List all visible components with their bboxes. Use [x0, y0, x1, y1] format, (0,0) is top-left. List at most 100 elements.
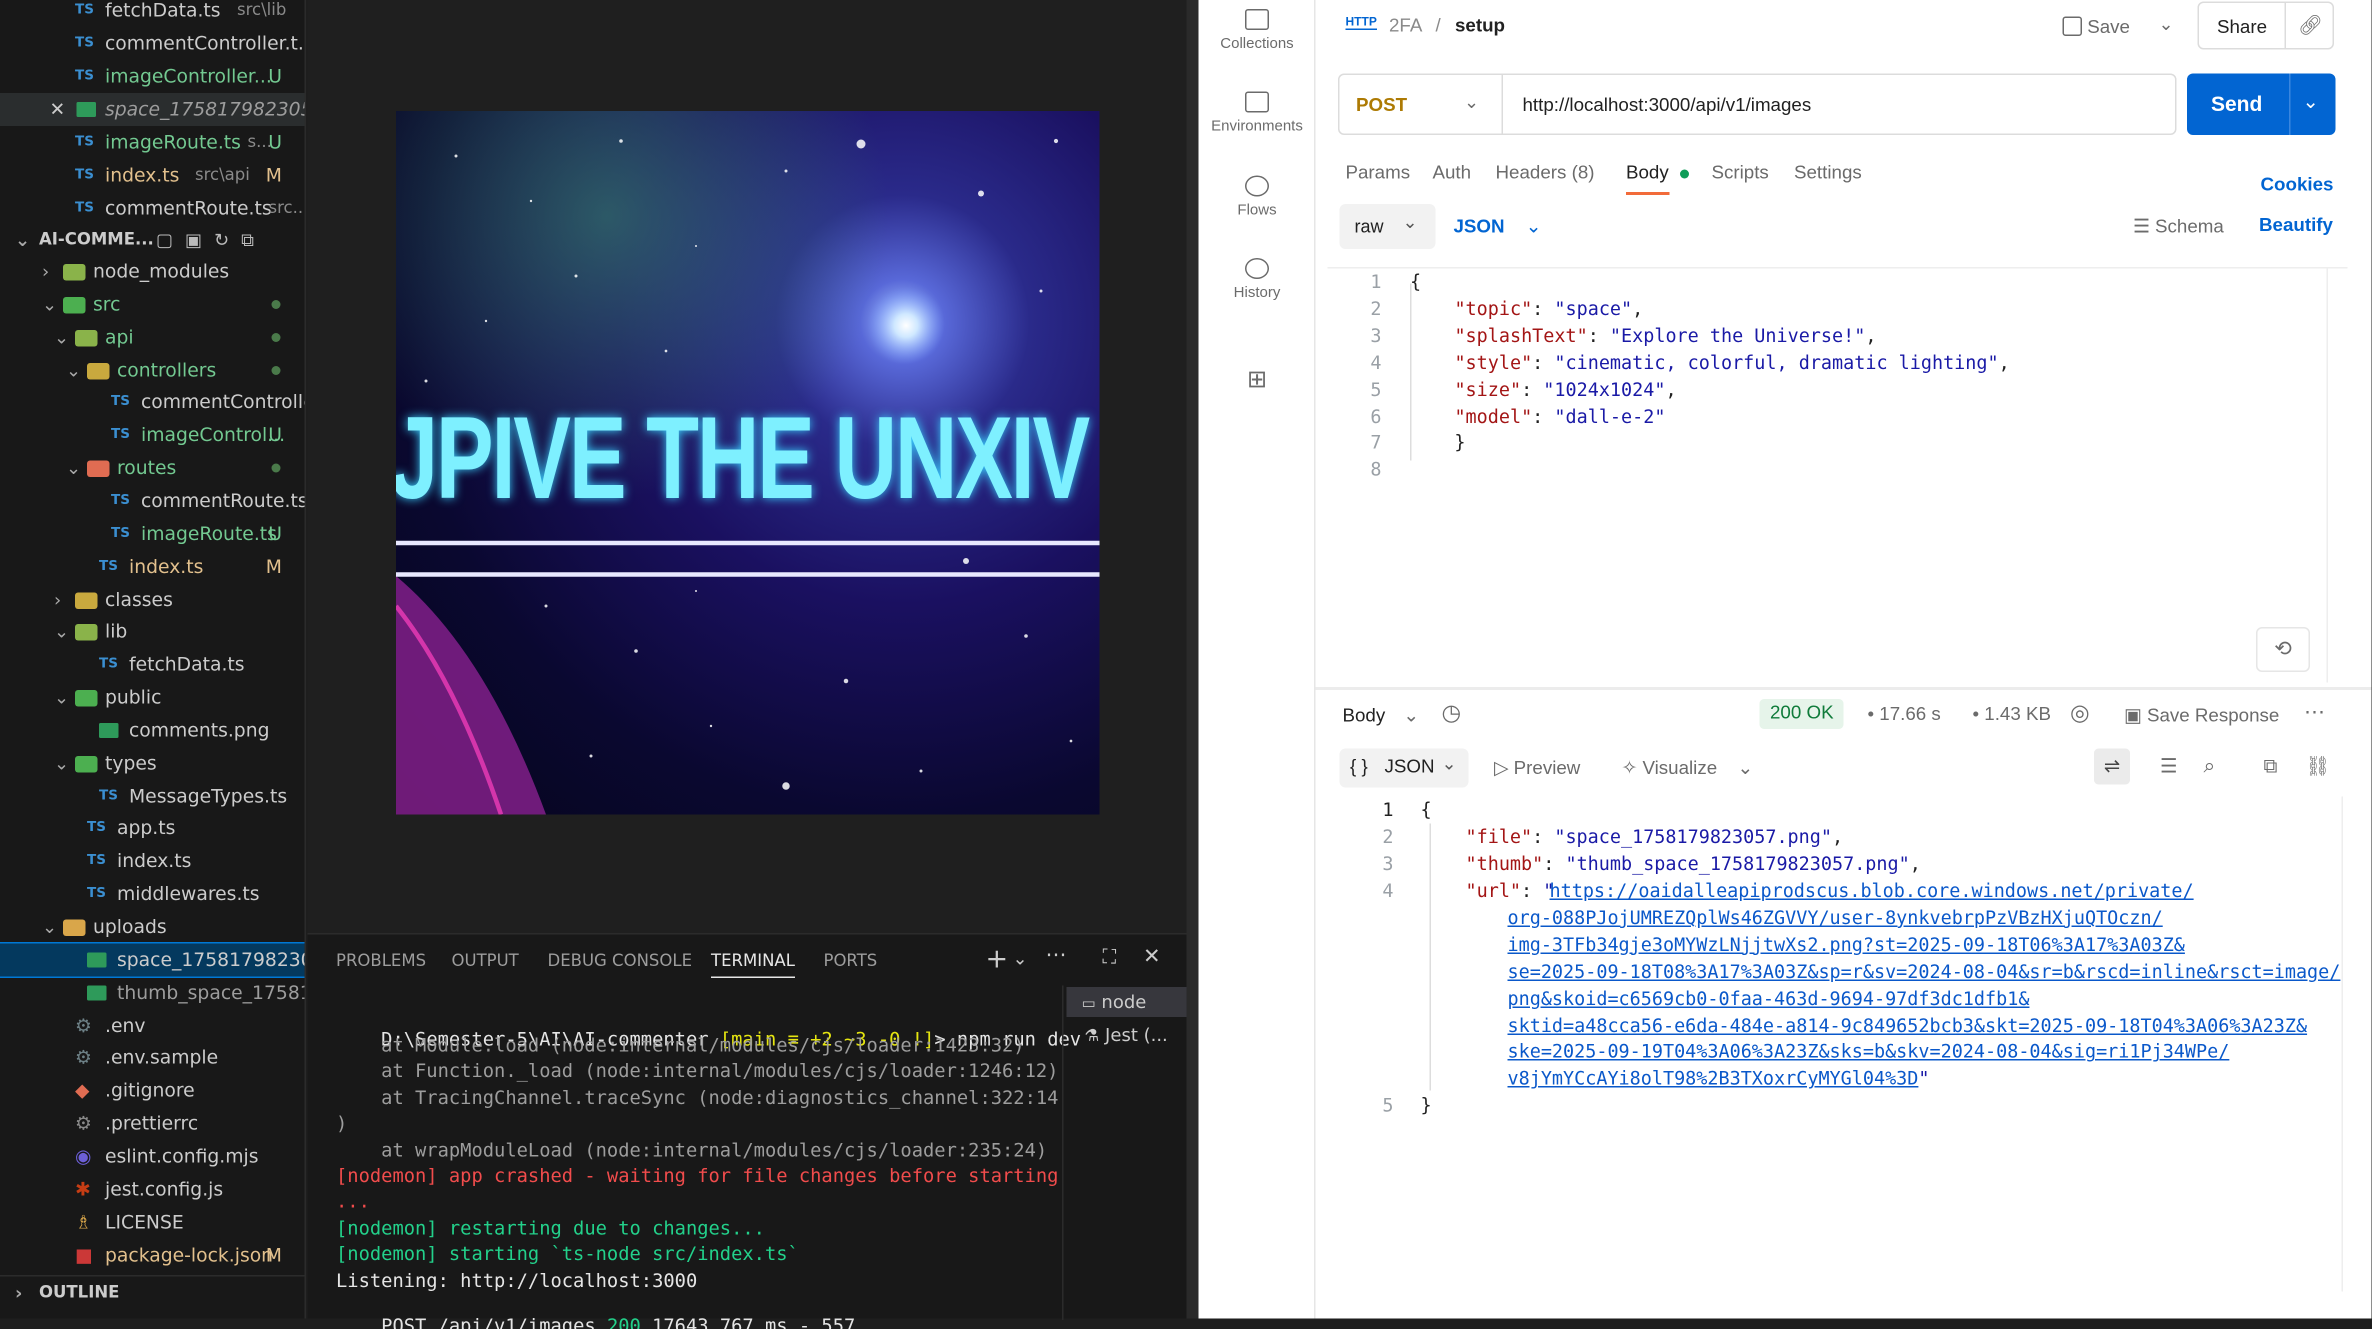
tree-file[interactable]: TScommentControlle... [0, 386, 305, 419]
open-editor-item[interactable]: TS imageRoute.ts s... U [0, 126, 305, 159]
filter-icon[interactable]: ☰ [2160, 755, 2177, 779]
chevron-down-icon[interactable]: ⌄ [1013, 948, 1028, 969]
close-icon[interactable]: ✕ [50, 93, 66, 126]
response-size[interactable]: • 1.43 KB [1973, 704, 2052, 725]
pane-divider[interactable] [1315, 687, 2372, 690]
cookies-link[interactable]: Cookies [2261, 174, 2334, 195]
tree-file[interactable]: TS middlewares.ts [0, 878, 305, 911]
project-header[interactable]: ⌄ AI-COMME... ▢▣↻⧉ [0, 224, 305, 257]
copy-icon[interactable]: ⧉ [2264, 755, 2278, 779]
response-url-line[interactable]: img-3TFb34gje3oMYWzLNjjtwXs2.png?st=2025… [1508, 934, 2185, 955]
tree-folder-routes[interactable]: ⌄ routes [0, 452, 305, 485]
response-url-line[interactable]: v8jYmYCcAYi8olT98%2B3TXoxrCyMYGl04%3D" [1508, 1068, 1930, 1089]
response-url-line[interactable]: ske=2025-09-19T04%3A06%3A23Z&sks=b&skv=2… [1508, 1042, 2230, 1063]
tree-file[interactable]: ⚙ .env.sample [0, 1042, 305, 1075]
tree-file[interactable]: ■ package-lock.json M [0, 1238, 305, 1271]
response-body-viewer[interactable]: 1 { 2 "file": "space_1758179823057.png",… [1340, 796, 2366, 1292]
wrap-lines-icon[interactable]: ⇌ [2094, 748, 2130, 785]
more-options-icon[interactable]: ⋯ [2304, 699, 2325, 725]
tree-folder-src[interactable]: ⌄ src [0, 288, 305, 321]
tree-folder-public[interactable]: ⌄ public [0, 681, 305, 714]
open-editor-item[interactable]: TS commentRoute.ts src... [0, 192, 305, 225]
open-editor-item[interactable]: TS fetchData.ts src\lib [0, 0, 305, 27]
tree-folder-api[interactable]: ⌄ api [0, 321, 305, 354]
send-button[interactable]: Send [2211, 92, 2262, 116]
preview-button[interactable]: ▷ Preview [1494, 756, 1580, 779]
tree-file[interactable]: ⚙ .prettierrc [0, 1107, 305, 1140]
share-button[interactable]: Share [2217, 17, 2267, 38]
terminal-session-node[interactable]: ▭ node [1066, 987, 1187, 1017]
open-editor-item[interactable]: TS index.ts src\api M [0, 159, 305, 192]
url-input[interactable]: http://localhost:3000/api/v1/images [1523, 95, 1812, 116]
configure-workbench-icon[interactable]: ⊞ [1199, 365, 1316, 395]
response-url-line[interactable]: sktid=a48cca56-e6da-484e-a814-9c849652bc… [1508, 1015, 2308, 1036]
open-editor-item[interactable]: ✕space_175817982305... [0, 93, 305, 126]
tree-file[interactable]: comments.png [0, 714, 305, 747]
more-actions-icon[interactable]: ⋯ [1046, 944, 1067, 968]
explorer-actions-icons[interactable]: ▢▣↻⧉ [156, 224, 266, 257]
new-terminal-icon[interactable]: + [986, 944, 1009, 976]
chevron-down-icon[interactable]: ⌄ [1464, 92, 1479, 113]
sidebar-item-flows[interactable]: Flows [1199, 175, 1316, 219]
tree-file[interactable]: thumb_space_175817... [0, 976, 305, 1009]
tree-folder-controllers[interactable]: ⌄ controllers [0, 353, 305, 386]
split-divider[interactable] [1186, 0, 1199, 1319]
response-scrollbar[interactable] [2341, 796, 2366, 1292]
terminal-session-jest[interactable]: ⚗ Jest (... [1067, 1020, 1168, 1050]
response-section-select[interactable]: Body ⌄ [1343, 704, 1419, 726]
tree-file[interactable]: ◆ .gitignore [0, 1074, 305, 1107]
tab-terminal[interactable]: TERMINAL [711, 951, 795, 978]
open-editor-item[interactable]: TS commentController.t... [0, 27, 305, 60]
response-url-line[interactable]: https://oaidalleapiprodscus.blob.core.wi… [1550, 881, 2194, 902]
status-badge[interactable]: 200 OK [1759, 699, 1845, 729]
response-format-select[interactable]: { } JSON ⌄ [1339, 748, 1469, 788]
request-body-editor[interactable]: 1 {2 "topic": "space", 3 "splashText": "Ex… [1327, 267, 2348, 683]
visualize-button[interactable]: ✧ Visualize ⌄ [1622, 756, 1754, 779]
response-url-line[interactable]: png&skoid=c6569cb0-0faa-463d-9694-97df3d… [1508, 988, 2030, 1009]
tree-folder-node-modules[interactable]: › node_modules [0, 255, 305, 288]
save-options-chevron-icon[interactable]: ⌄ [2159, 14, 2174, 35]
tree-file[interactable]: TS MessageTypes.ts [0, 779, 305, 812]
close-panel-icon[interactable]: ✕ [1143, 945, 1161, 969]
tab-scripts[interactable]: Scripts [1712, 162, 1769, 183]
response-time[interactable]: • 17.66 s [1868, 704, 1941, 725]
tab-debug-console[interactable]: DEBUG CONSOLE [548, 951, 692, 971]
send-options-chevron-icon[interactable]: ⌄ [2303, 90, 2319, 114]
tree-file[interactable]: space_175817982305... [0, 941, 305, 978]
ai-assist-icon[interactable]: ⟲ [2256, 627, 2310, 672]
tree-file[interactable]: TS index.ts [0, 845, 305, 878]
tree-file[interactable]: TS commentRoute.ts [0, 484, 305, 517]
sidebar-item-environments[interactable]: Environments [1199, 91, 1316, 135]
editor-scrollbar[interactable] [2326, 268, 2348, 683]
globe-icon[interactable]: ◎ [2070, 699, 2090, 727]
sidebar-item-collections[interactable]: Collections [1199, 9, 1316, 53]
tab-auth[interactable]: Auth [1433, 162, 1472, 183]
tree-file[interactable]: TS imageControl... U [0, 419, 305, 452]
tree-file[interactable]: ✱ jest.config.js [0, 1173, 305, 1206]
response-history-icon[interactable]: ◷ [1442, 699, 1462, 727]
tab-settings[interactable]: Settings [1794, 162, 1862, 183]
method-select[interactable]: POST [1356, 95, 1407, 116]
tab-params[interactable]: Params [1346, 162, 1411, 183]
tree-file[interactable]: ♗ LICENSE [0, 1205, 305, 1238]
maximize-panel-icon[interactable]: ⛶ [1103, 947, 1117, 970]
schema-button[interactable]: ☰ Schema [2133, 215, 2224, 237]
tree-file[interactable]: TS fetchData.ts [0, 648, 305, 681]
tab-body[interactable]: Body [1626, 162, 1669, 195]
save-response-button[interactable]: ▣ Save Response [2124, 704, 2279, 726]
beautify-button[interactable]: Beautify [2259, 215, 2333, 236]
tree-file[interactable]: TS index.ts M [0, 550, 305, 583]
open-editor-item[interactable]: TS imageController... U [0, 60, 305, 93]
tree-folder-lib[interactable]: ⌄ lib [0, 616, 305, 649]
tab-problems[interactable]: PROBLEMS [336, 951, 426, 971]
sidebar-item-history[interactable]: History [1199, 258, 1316, 302]
breadcrumb-parent[interactable]: 2FA [1389, 15, 1421, 36]
response-url-line[interactable]: se=2025-09-18T08%3A17%3A03Z&sp=r&sv=2024… [1508, 961, 2341, 982]
outline-section[interactable]: › OUTLINE [0, 1275, 305, 1308]
tree-folder-types[interactable]: ⌄ types [0, 747, 305, 780]
tree-folder-uploads[interactable]: ⌄ uploads [0, 911, 305, 944]
tree-file[interactable]: TS app.ts [0, 812, 305, 845]
tree-folder-classes[interactable]: › classes [0, 583, 305, 616]
body-mode-select[interactable]: raw ⌄ [1339, 204, 1436, 249]
request-name[interactable]: setup [1455, 15, 1505, 36]
